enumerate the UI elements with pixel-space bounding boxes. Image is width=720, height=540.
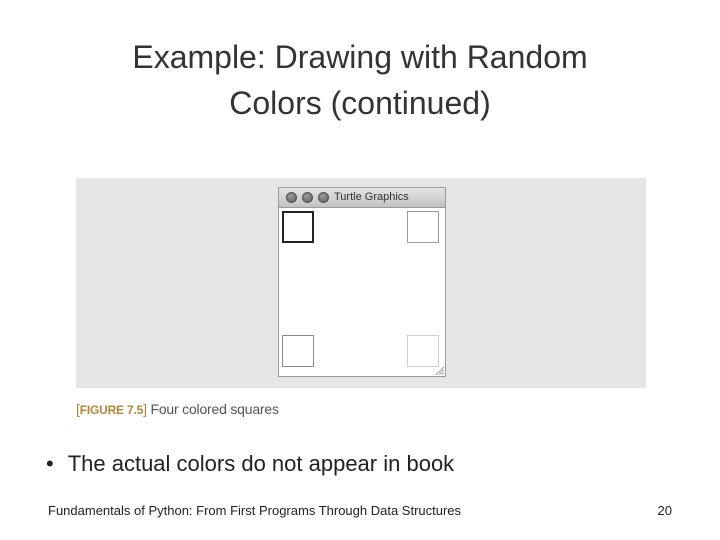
colored-square-top-right xyxy=(407,211,439,243)
bullet-point: • The actual colors do not appear in book xyxy=(46,451,454,477)
window-title: Turtle Graphics xyxy=(334,191,409,203)
zoom-window-icon[interactable] xyxy=(318,192,329,203)
bullet-icon: • xyxy=(46,451,54,476)
page-number: 20 xyxy=(657,503,672,518)
bullet-text: The actual colors do not appear in book xyxy=(67,451,455,476)
turtle-graphics-window: Turtle Graphics xyxy=(278,187,446,377)
figure-caption-text: Four colored squares xyxy=(150,401,279,417)
slide-title-line-1: Example: Drawing with Random xyxy=(132,39,588,75)
resize-grip-icon[interactable] xyxy=(434,365,444,375)
figure-caption-label: FIGURE 7.5 xyxy=(79,403,144,417)
slide-title-line-2: Colors (continued) xyxy=(229,85,491,121)
close-window-icon[interactable] xyxy=(286,192,297,203)
figure-caption: [FIGURE 7.5] Four colored squares xyxy=(76,401,279,417)
colored-square-bottom-right xyxy=(407,335,439,367)
slide-title: Example: Drawing with Random Colors (con… xyxy=(40,34,680,126)
window-titlebar[interactable]: Turtle Graphics xyxy=(279,188,445,208)
colored-square-bottom-left xyxy=(282,335,314,367)
minimize-window-icon[interactable] xyxy=(302,192,313,203)
slide-footer: Fundamentals of Python: From First Progr… xyxy=(48,503,462,518)
turtle-canvas xyxy=(279,208,445,376)
colored-square-top-left xyxy=(282,211,314,243)
